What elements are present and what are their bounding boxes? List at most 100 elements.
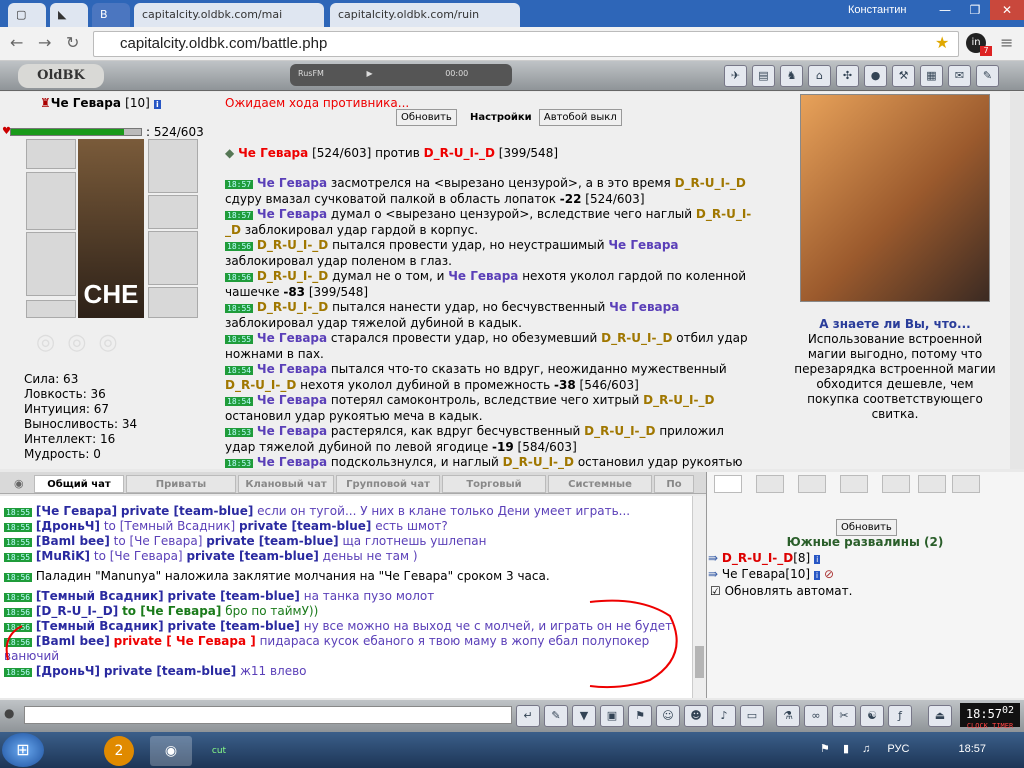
tab-more[interactable]: По: [654, 475, 694, 493]
app-icon-cut[interactable]: cut: [198, 736, 240, 766]
toolbar-button-8[interactable]: ▦: [920, 65, 943, 87]
info-icon[interactable]: i: [814, 555, 821, 564]
character-name[interactable]: Че Гевара: [51, 96, 121, 110]
chat-time[interactable]: 18:55: [4, 538, 33, 547]
restore-icon[interactable]: ❐: [960, 0, 990, 20]
toolbar-button-2[interactable]: ▤: [752, 65, 775, 87]
online-tab-1[interactable]: [714, 475, 742, 493]
chat-icon[interactable]: ◉: [14, 477, 24, 490]
toolbar-button-6[interactable]: ●: [864, 65, 887, 87]
url-field[interactable]: capitalcity.oldbk.com/battle.php: [93, 31, 959, 57]
users-button[interactable]: ☺: [656, 705, 680, 727]
filter-button[interactable]: ▼: [572, 705, 596, 727]
actions-button[interactable]: ⚑: [628, 705, 652, 727]
tool-button-4[interactable]: ☯: [860, 705, 884, 727]
play-icon[interactable]: ▶: [367, 69, 373, 78]
clear-button[interactable]: ✎: [544, 705, 568, 727]
info-icon[interactable]: i: [153, 100, 161, 109]
auto-refresh-row[interactable]: ☑ Обновлять автомат.: [710, 584, 852, 598]
chat-smile-icon[interactable]: ●: [4, 706, 14, 720]
game-logo[interactable]: OldBK: [18, 64, 104, 88]
tool-button-2[interactable]: ∞: [804, 705, 828, 727]
chat-time[interactable]: 18:55: [4, 508, 33, 517]
chat-time[interactable]: 18:56: [4, 573, 33, 582]
tab-system[interactable]: Системные: [548, 475, 652, 493]
menu-icon[interactable]: ≡: [1000, 33, 1013, 52]
tool-button-3[interactable]: ✂: [832, 705, 856, 727]
online-player-2[interactable]: ⇛ Че Гевара[10] i ⊘: [708, 567, 834, 581]
send-button[interactable]: ↵: [516, 705, 540, 727]
star-icon[interactable]: ★: [935, 33, 949, 52]
toolbar-button-10[interactable]: ✎: [976, 65, 999, 87]
boots-slot[interactable]: [148, 287, 198, 318]
network-icon[interactable]: ▮: [843, 743, 849, 755]
minimize-icon[interactable]: —: [930, 0, 960, 20]
toolbar-button-4[interactable]: ⌂: [808, 65, 831, 87]
toolbar-button-7[interactable]: ⚒: [892, 65, 915, 87]
tray-clock[interactable]: 18:57: [958, 743, 986, 755]
autobattle-button[interactable]: Автобой выкл: [538, 109, 622, 126]
toolbar-button-5[interactable]: ✣: [836, 65, 859, 87]
translit-button[interactable]: ▣: [600, 705, 624, 727]
armor-slot[interactable]: [26, 232, 76, 296]
main-scrollbar[interactable]: [1010, 92, 1024, 469]
player1-name[interactable]: Че Гевара: [238, 146, 308, 160]
gloves-slot[interactable]: [148, 195, 198, 229]
close-icon[interactable]: ✕: [990, 0, 1024, 20]
character-image[interactable]: CHE: [78, 139, 144, 318]
online-tab-3[interactable]: [798, 475, 826, 493]
chat-scroll-thumb[interactable]: [695, 646, 704, 678]
online-tab-5[interactable]: [882, 475, 910, 493]
tool-button-1[interactable]: ⚗: [776, 705, 800, 727]
exit-button[interactable]: ⏏: [928, 705, 952, 727]
profile-name[interactable]: Константин: [848, 4, 906, 16]
tab-private[interactable]: Приваты: [126, 475, 236, 493]
online-tab-6[interactable]: [918, 475, 946, 493]
tab-icon-2[interactable]: ◣: [50, 3, 88, 27]
online-player-1[interactable]: ⇛ D_R-U_I-_D[8] i: [708, 551, 821, 565]
player2-name[interactable]: D_R-U_I-_D: [424, 146, 495, 160]
online-tab-2[interactable]: [756, 475, 784, 493]
helm-item-slot[interactable]: [148, 139, 198, 193]
flag-icon[interactable]: ⚑: [820, 743, 830, 755]
shield-slot[interactable]: [148, 231, 198, 285]
checkbox-icon[interactable]: ☑: [710, 584, 721, 598]
tool-button-5[interactable]: ƒ: [888, 705, 912, 727]
toolbar-button-1[interactable]: ✈: [724, 65, 747, 87]
smiles-button[interactable]: ☻: [684, 705, 708, 727]
rings-slot[interactable]: [26, 300, 76, 318]
lang-indicator[interactable]: РУС: [887, 743, 909, 755]
tab-clan[interactable]: Клановый чат: [238, 475, 334, 493]
settings-link[interactable]: Настройки: [470, 112, 532, 123]
back-icon[interactable]: ←: [10, 33, 23, 52]
tab-icon-1[interactable]: ▢: [8, 3, 46, 27]
radio-player[interactable]: RusFM ▶ 00:00: [290, 64, 512, 86]
tab-main[interactable]: capitalcity.oldbk.com/mai: [134, 3, 324, 27]
tab-general-chat[interactable]: Общий чат: [34, 475, 124, 493]
chrome-icon[interactable]: ◉: [150, 736, 192, 766]
chat-time[interactable]: 18:55: [4, 523, 33, 532]
toolbar-button-9[interactable]: ✉: [948, 65, 971, 87]
tape-button[interactable]: ▭: [740, 705, 764, 727]
reload-icon[interactable]: ↻: [66, 33, 79, 52]
weapon-slot[interactable]: [26, 172, 76, 230]
online-player-1-name[interactable]: D_R-U_I-_D: [722, 551, 793, 565]
tab-vk[interactable]: B: [92, 3, 130, 27]
tab-group[interactable]: Групповой чат: [336, 475, 440, 493]
online-refresh-button[interactable]: Обновить: [836, 519, 897, 536]
forward-icon[interactable]: →: [38, 33, 51, 52]
app-icon-1[interactable]: 2: [104, 736, 134, 766]
refresh-button[interactable]: Обновить: [396, 109, 457, 126]
toolbar-button-3[interactable]: ♞: [780, 65, 803, 87]
volume-icon[interactable]: ♫: [862, 743, 870, 755]
online-tab-7[interactable]: [952, 475, 980, 493]
info-icon[interactable]: i: [813, 571, 821, 580]
sound-button[interactable]: ♪: [712, 705, 736, 727]
start-button-icon[interactable]: ⊞: [2, 733, 44, 767]
chat-time[interactable]: 18:55: [4, 553, 33, 562]
tab-ruin[interactable]: capitalcity.oldbk.com/ruin: [330, 3, 520, 27]
helmet-slot[interactable]: [26, 139, 76, 169]
chat-input[interactable]: [24, 706, 512, 724]
online-tab-4[interactable]: [840, 475, 868, 493]
chat-scrollbar[interactable]: [692, 496, 706, 698]
